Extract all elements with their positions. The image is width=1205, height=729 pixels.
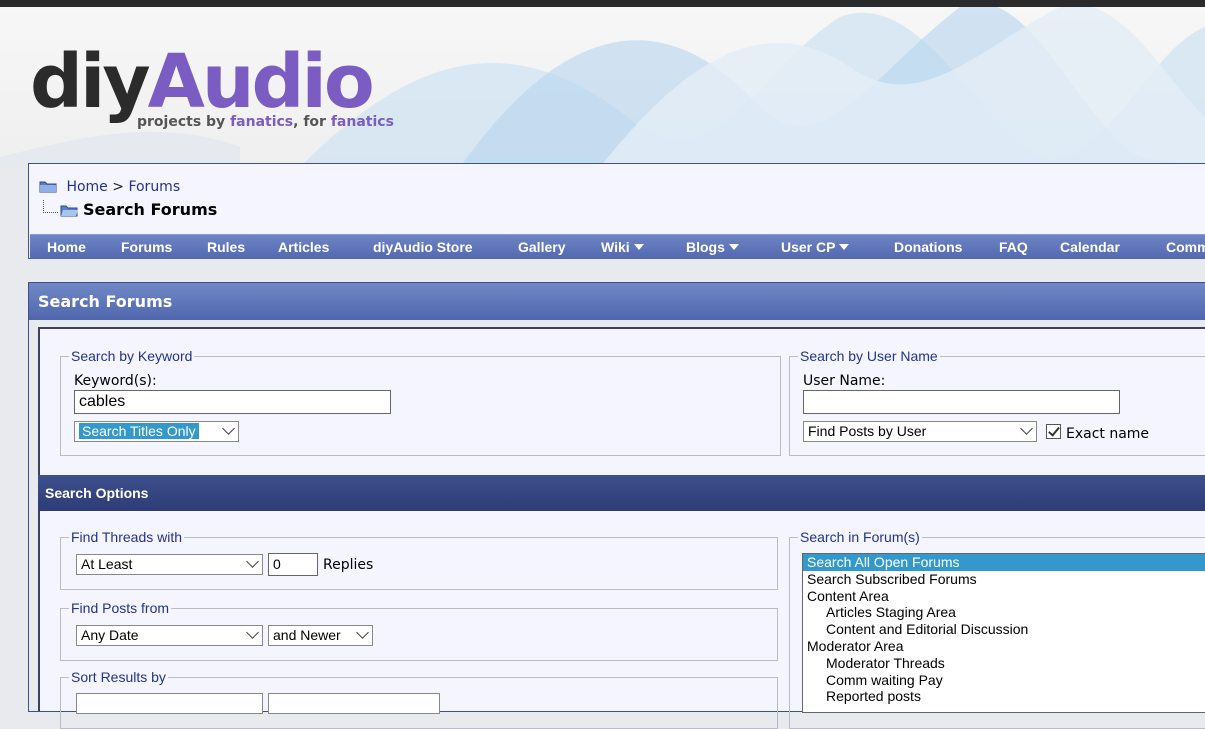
page-title: Search Forums xyxy=(43,200,217,219)
nav-wiki[interactable]: Wiki xyxy=(601,239,644,255)
search-options-title: Search Options xyxy=(45,485,149,501)
forum-option[interactable]: Content Area xyxy=(803,588,1205,605)
exact-name-checkbox[interactable] xyxy=(1046,424,1061,439)
chevron-down-icon xyxy=(246,555,259,568)
posts-legend: Find Posts from xyxy=(71,600,170,616)
posts-date-value: Any Date xyxy=(81,627,139,643)
nav-blogs-label: Blogs xyxy=(686,239,725,255)
tree-line-icon xyxy=(43,200,58,213)
nav-store[interactable]: diyAudio Store xyxy=(373,239,473,255)
nav-home[interactable]: Home xyxy=(47,239,86,255)
forum-option[interactable]: Articles Staging Area xyxy=(803,604,1205,621)
nav-user-cp-label: User CP xyxy=(781,239,836,255)
chevron-down-icon xyxy=(222,422,235,435)
sort-legend: Sort Results by xyxy=(71,669,166,685)
forum-option[interactable]: Search All Open Forums xyxy=(803,554,1205,571)
posts-direction-value: and Newer xyxy=(273,627,341,643)
forum-option[interactable]: Content and Editorial Discussion xyxy=(803,621,1205,638)
page-title-text: Search Forums xyxy=(83,200,218,219)
nav-faq[interactable]: FAQ xyxy=(999,239,1028,255)
chevron-down-icon xyxy=(246,626,259,639)
chevron-down-icon xyxy=(356,626,369,639)
replies-count-input[interactable]: 0 xyxy=(268,553,318,576)
username-legend: Search by User Name xyxy=(800,348,938,364)
chevron-down-icon xyxy=(633,244,644,250)
posts-direction-select[interactable]: and Newer xyxy=(268,625,373,646)
logo-tag-part: , for xyxy=(293,114,331,130)
site-logo[interactable]: diyAudio projects by fanatics, for fanat… xyxy=(30,39,394,130)
chevron-down-icon xyxy=(728,244,739,250)
nav-articles[interactable]: Articles xyxy=(278,239,329,255)
nav-rules[interactable]: Rules xyxy=(207,239,245,255)
forum-option[interactable]: Search Subscribed Forums xyxy=(803,571,1205,588)
keyword-input[interactable]: cables xyxy=(74,390,391,414)
username-mode-select[interactable]: Find Posts by User xyxy=(803,421,1037,442)
nav-blogs[interactable]: Blogs xyxy=(686,239,739,255)
site-banner: diyAudio projects by fanatics, for fanat… xyxy=(0,7,1205,167)
nav-user-cp[interactable]: User CP xyxy=(781,239,850,255)
breadcrumb-forums-link[interactable]: Forums xyxy=(128,179,180,195)
nav-calendar[interactable]: Calendar xyxy=(1060,239,1120,255)
keyword-mode-value: Search Titles Only xyxy=(79,423,199,439)
logo-tag-part: fanatics xyxy=(230,114,294,130)
breadcrumb: Home > Forums xyxy=(39,179,180,195)
logo-audio-text: Audio xyxy=(147,39,375,125)
search-panel-title: Search Forums xyxy=(38,292,173,311)
nav-wiki-label: Wiki xyxy=(601,239,630,255)
search-options-header: Search Options xyxy=(38,475,1205,511)
posts-date-select[interactable]: Any Date xyxy=(76,625,263,646)
logo-tag-part: projects by xyxy=(137,114,231,130)
keyword-legend: Search by Keyword xyxy=(71,348,193,364)
main-menu-bar: Home Forums Rules Articles diyAudio Stor… xyxy=(30,234,1205,259)
threads-qualifier-select[interactable]: At Least xyxy=(76,554,263,575)
nav-gallery[interactable]: Gallery xyxy=(518,239,565,255)
sort-field-select[interactable] xyxy=(76,693,263,714)
sort-order-select[interactable] xyxy=(268,693,440,714)
nav-donations[interactable]: Donations xyxy=(894,239,962,255)
exact-name-label: Exact name xyxy=(1066,426,1150,442)
username-mode-value: Find Posts by User xyxy=(808,423,927,439)
nav-forums[interactable]: Forums xyxy=(121,239,172,255)
logo-diy-text: diy xyxy=(30,39,151,125)
threads-qualifier-value: At Least xyxy=(81,556,133,572)
breadcrumb-home-link[interactable]: Home xyxy=(66,179,107,195)
logo-tag-part: fanatics xyxy=(330,114,394,130)
forums-legend: Search in Forum(s) xyxy=(800,529,920,545)
keyword-label: Keyword(s): xyxy=(74,373,157,389)
navigation-box: Home > Forums Search Forums Home Forums … xyxy=(28,163,1205,259)
chevron-down-icon xyxy=(1020,422,1033,435)
username-label: User Name: xyxy=(803,373,886,389)
forum-listbox[interactable]: Search All Open Forums Search Subscribed… xyxy=(802,553,1205,713)
top-bar xyxy=(0,0,1205,7)
folder-icon xyxy=(39,181,57,193)
keyword-mode-select[interactable]: Search Titles Only xyxy=(74,421,239,442)
chevron-down-icon xyxy=(839,244,850,250)
breadcrumb-separator: > xyxy=(112,179,124,195)
threads-legend: Find Threads with xyxy=(71,529,183,545)
nav-community[interactable]: Comm xyxy=(1166,239,1205,255)
replies-label: Replies xyxy=(323,557,374,573)
forum-option[interactable]: Reported posts xyxy=(803,688,1205,705)
forum-option[interactable]: Comm waiting Pay xyxy=(803,672,1205,689)
search-panel-header: Search Forums xyxy=(29,283,1205,320)
open-folder-icon xyxy=(60,205,78,217)
forum-option[interactable]: Moderator Threads xyxy=(803,655,1205,672)
logo-tagline: projects by fanatics, for fanatics xyxy=(137,114,394,130)
forum-option[interactable]: Moderator Area xyxy=(803,638,1205,655)
username-input[interactable] xyxy=(803,390,1120,414)
